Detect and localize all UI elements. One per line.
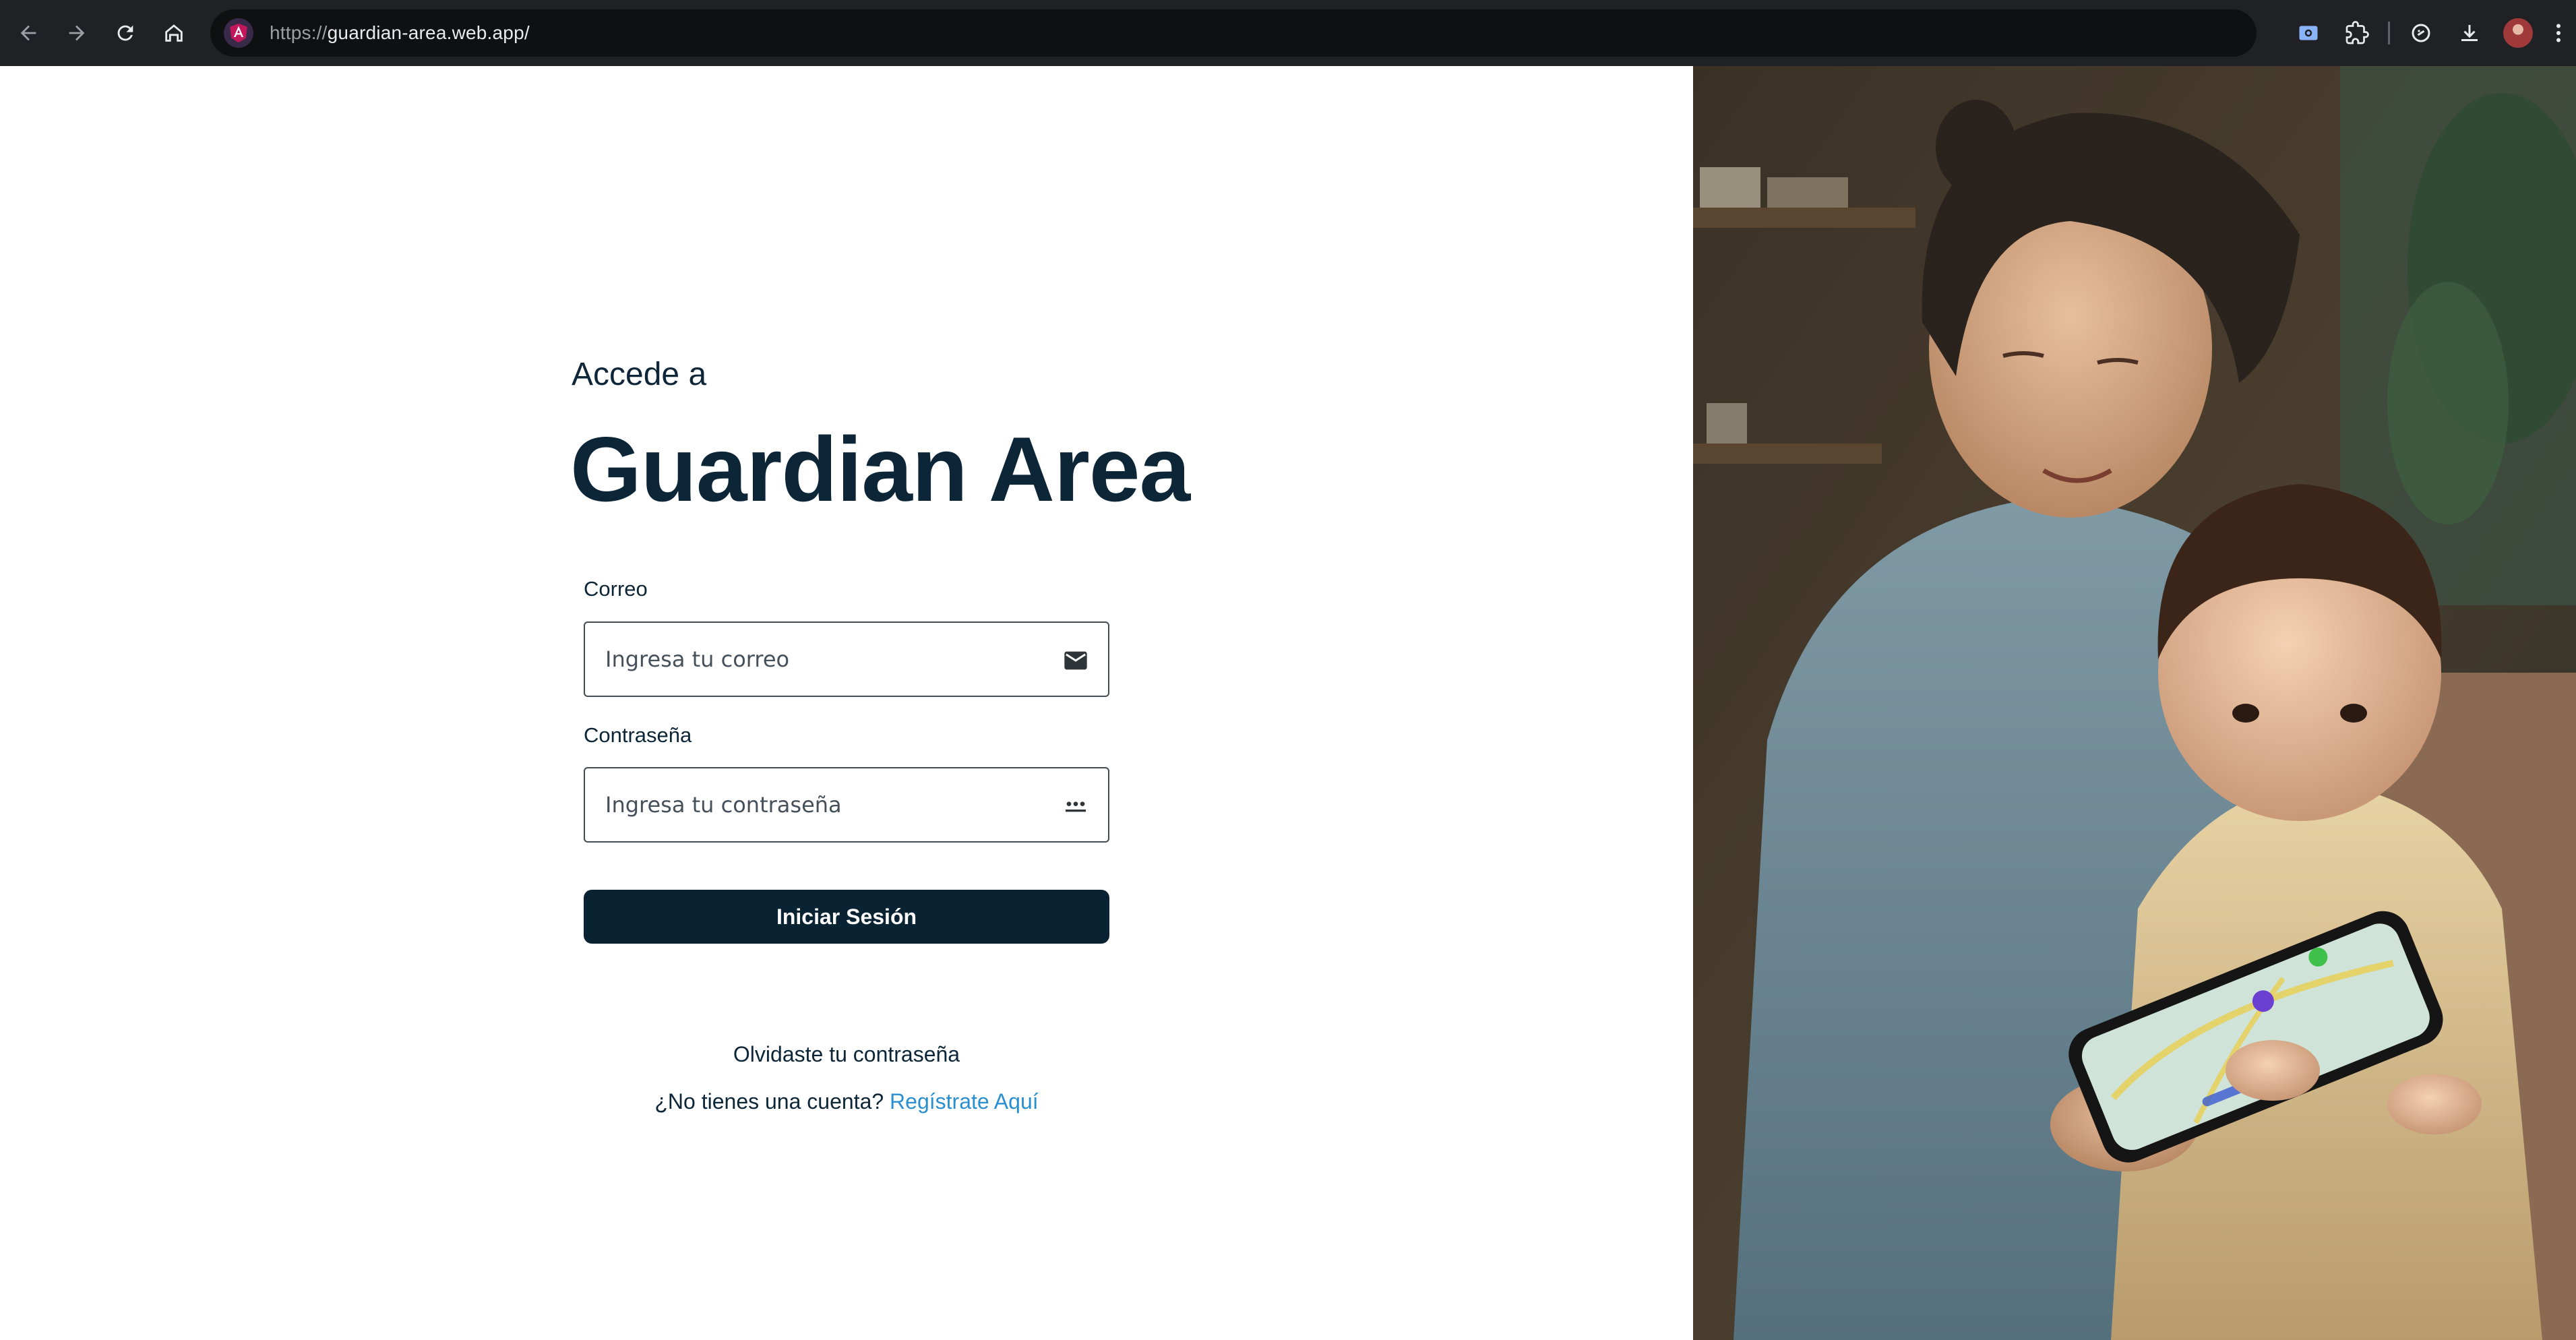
signup-link[interactable]: Regístrate Aquí (890, 1089, 1039, 1114)
home-button[interactable] (155, 14, 193, 52)
cast-icon (2299, 26, 2318, 40)
signup-prompt: ¿No tienes una cuenta? (654, 1089, 884, 1114)
password-input[interactable] (605, 792, 1037, 818)
arrow-right-icon (69, 25, 85, 41)
reload-button[interactable] (106, 14, 144, 52)
arrow-left-icon (20, 25, 36, 41)
extensions-button[interactable] (2335, 11, 2379, 55)
menu-button[interactable] (2545, 11, 2572, 55)
grandmother-child-illustration (1693, 66, 2576, 1340)
kebab-menu-icon (2556, 24, 2560, 42)
download-icon (2461, 25, 2478, 41)
email-input[interactable] (605, 646, 1037, 672)
page-title: Guardian Area (570, 418, 1190, 520)
toolbar-divider (2388, 22, 2390, 44)
password-field[interactable] (584, 767, 1109, 843)
signup-row: ¿No tienes una cuenta? Regístrate Aquí (584, 1089, 1109, 1114)
hero-image (1693, 66, 2576, 1340)
mail-icon (1061, 647, 1091, 674)
password-dots-icon (1061, 793, 1091, 820)
back-button[interactable] (9, 14, 47, 52)
url-text: https://guardian-area.web.app/ (270, 22, 530, 44)
forgot-password-link[interactable]: Olvidaste tu contraseña (584, 1042, 1109, 1067)
puzzle-icon (2345, 21, 2369, 44)
login-button[interactable]: Iniciar Sesión (584, 890, 1109, 944)
sync-icon (2412, 24, 2430, 42)
profile-button[interactable] (2496, 11, 2540, 55)
downloads-button[interactable] (2448, 11, 2491, 55)
email-field[interactable] (584, 621, 1109, 697)
password-label: Contraseña (584, 723, 692, 747)
screen-share-button[interactable] (2287, 11, 2330, 55)
reload-icon (117, 25, 133, 41)
forward-button[interactable] (58, 14, 96, 52)
email-label: Correo (584, 577, 648, 601)
address-bar[interactable]: https://guardian-area.web.app/ (210, 9, 2257, 57)
url-host: guardian-area.web.app/ (327, 22, 530, 43)
page-kicker: Accede a (572, 357, 707, 392)
login-panel: Accede a Guardian Area Correo Contraseña… (0, 66, 1693, 1340)
avatar (2503, 18, 2533, 48)
toolbar-right (2287, 0, 2576, 66)
sync-button[interactable] (2399, 11, 2443, 55)
browser-toolbar: https://guardian-area.web.app/ (0, 0, 2576, 66)
home-icon (165, 24, 183, 42)
site-favicon (224, 18, 253, 48)
angular-logo-icon (230, 23, 247, 43)
url-protocol: https:// (270, 22, 328, 43)
